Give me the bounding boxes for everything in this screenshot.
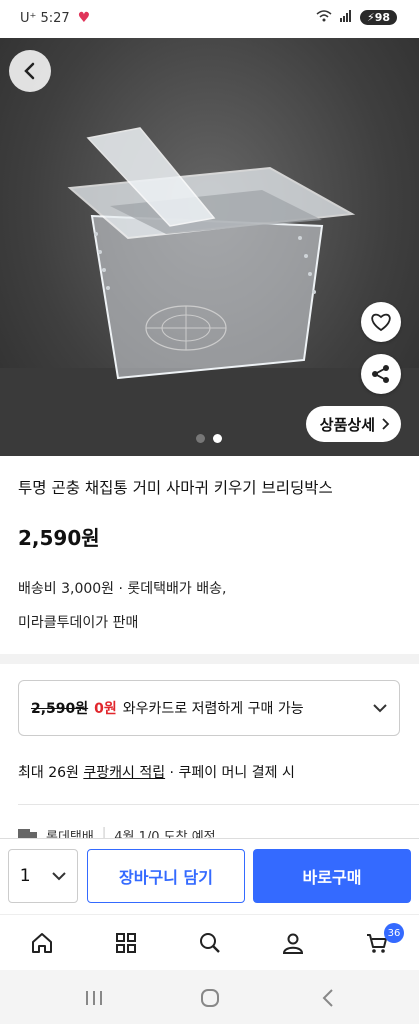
heart-outline-icon <box>371 313 391 332</box>
cash-max: 최대 26원 <box>18 765 79 781</box>
seller-info: 미라클투데이가 판매 <box>18 615 139 631</box>
coupang-cash-link[interactable]: 쿠팡캐시 적립 <box>83 765 165 781</box>
system-navigation-bar <box>0 970 419 1024</box>
product-image[interactable]: 상품상세 <box>0 38 419 456</box>
signal-icon <box>339 10 352 25</box>
product-photo <box>0 127 419 456</box>
card-promo-dropdown[interactable]: 2,590원 0원 와우카드로 저렴하게 구매 가능 <box>18 680 400 736</box>
nav-search[interactable] <box>196 929 224 957</box>
promo-text: 와우카드로 저렴하게 구매 가능 <box>122 701 304 717</box>
chevron-down-icon <box>52 872 66 881</box>
promo-price: 0원 <box>94 701 117 717</box>
buy-now-label: 바로구매 <box>302 868 362 887</box>
bottom-navigation <box>0 914 419 971</box>
home-system-button[interactable] <box>198 986 222 1010</box>
pagination-dot-active[interactable] <box>213 434 222 443</box>
share-button[interactable] <box>361 354 401 394</box>
home-circle-icon <box>201 989 219 1007</box>
divider <box>18 804 419 805</box>
cash-reward-info: 최대 26원 쿠팡캐시 적립 · 쿠페이 머니 결제 시 <box>18 762 295 782</box>
quantity-value: 1 <box>19 866 31 886</box>
section-divider <box>0 654 419 664</box>
buy-now-button[interactable]: 바로구매 <box>253 849 411 903</box>
nav-category[interactable] <box>112 929 140 957</box>
search-icon <box>200 933 220 953</box>
product-title: 투명 곤충 채집통 거미 사마귀 키우기 브리딩박스 <box>18 479 333 497</box>
add-to-cart-label: 장바구니 담기 <box>119 868 213 887</box>
wifi-icon <box>316 10 332 25</box>
back-chevron-icon <box>322 989 333 1007</box>
nav-home[interactable] <box>28 929 56 957</box>
original-price: 2,590원 <box>31 701 89 717</box>
product-price: 2,590원 <box>18 526 100 550</box>
image-pagination <box>196 434 222 443</box>
chevron-down-icon <box>373 704 387 713</box>
add-to-cart-button[interactable]: 장바구니 담기 <box>87 849 245 903</box>
nav-my-page[interactable] <box>279 929 307 957</box>
grid-icon <box>116 933 136 953</box>
share-icon <box>372 365 389 383</box>
chevron-right-icon <box>382 418 390 430</box>
pagination-dot[interactable] <box>196 434 205 443</box>
quantity-select[interactable]: 1 <box>8 849 78 903</box>
wishlist-button[interactable] <box>361 302 401 342</box>
recent-apps-button[interactable] <box>82 986 106 1010</box>
chevron-left-icon <box>24 62 35 80</box>
purchase-bar: 1 장바구니 담기 바로구매 <box>0 838 419 915</box>
product-detail-label: 상품상세 <box>319 415 375 434</box>
cash-condition: · 쿠페이 머니 결제 시 <box>169 765 295 781</box>
battery-indicator: ⚡98 <box>359 10 397 25</box>
home-icon <box>32 933 52 953</box>
product-detail-button[interactable]: 상품상세 <box>305 406 401 442</box>
back-system-button[interactable] <box>316 986 340 1010</box>
shipping-info: 배송비 3,000원 · 롯데택배가 배송, <box>18 581 227 597</box>
cart-count-badge: 36 <box>384 923 404 943</box>
user-icon <box>282 933 304 954</box>
heart-icon: ♥ <box>77 10 91 26</box>
carrier-time: U⁺ 5:27 <box>20 10 70 26</box>
status-bar: U⁺ 5:27 ♥ ⚡98 <box>0 0 419 38</box>
back-button[interactable] <box>9 50 51 92</box>
recent-apps-icon <box>86 991 102 1005</box>
